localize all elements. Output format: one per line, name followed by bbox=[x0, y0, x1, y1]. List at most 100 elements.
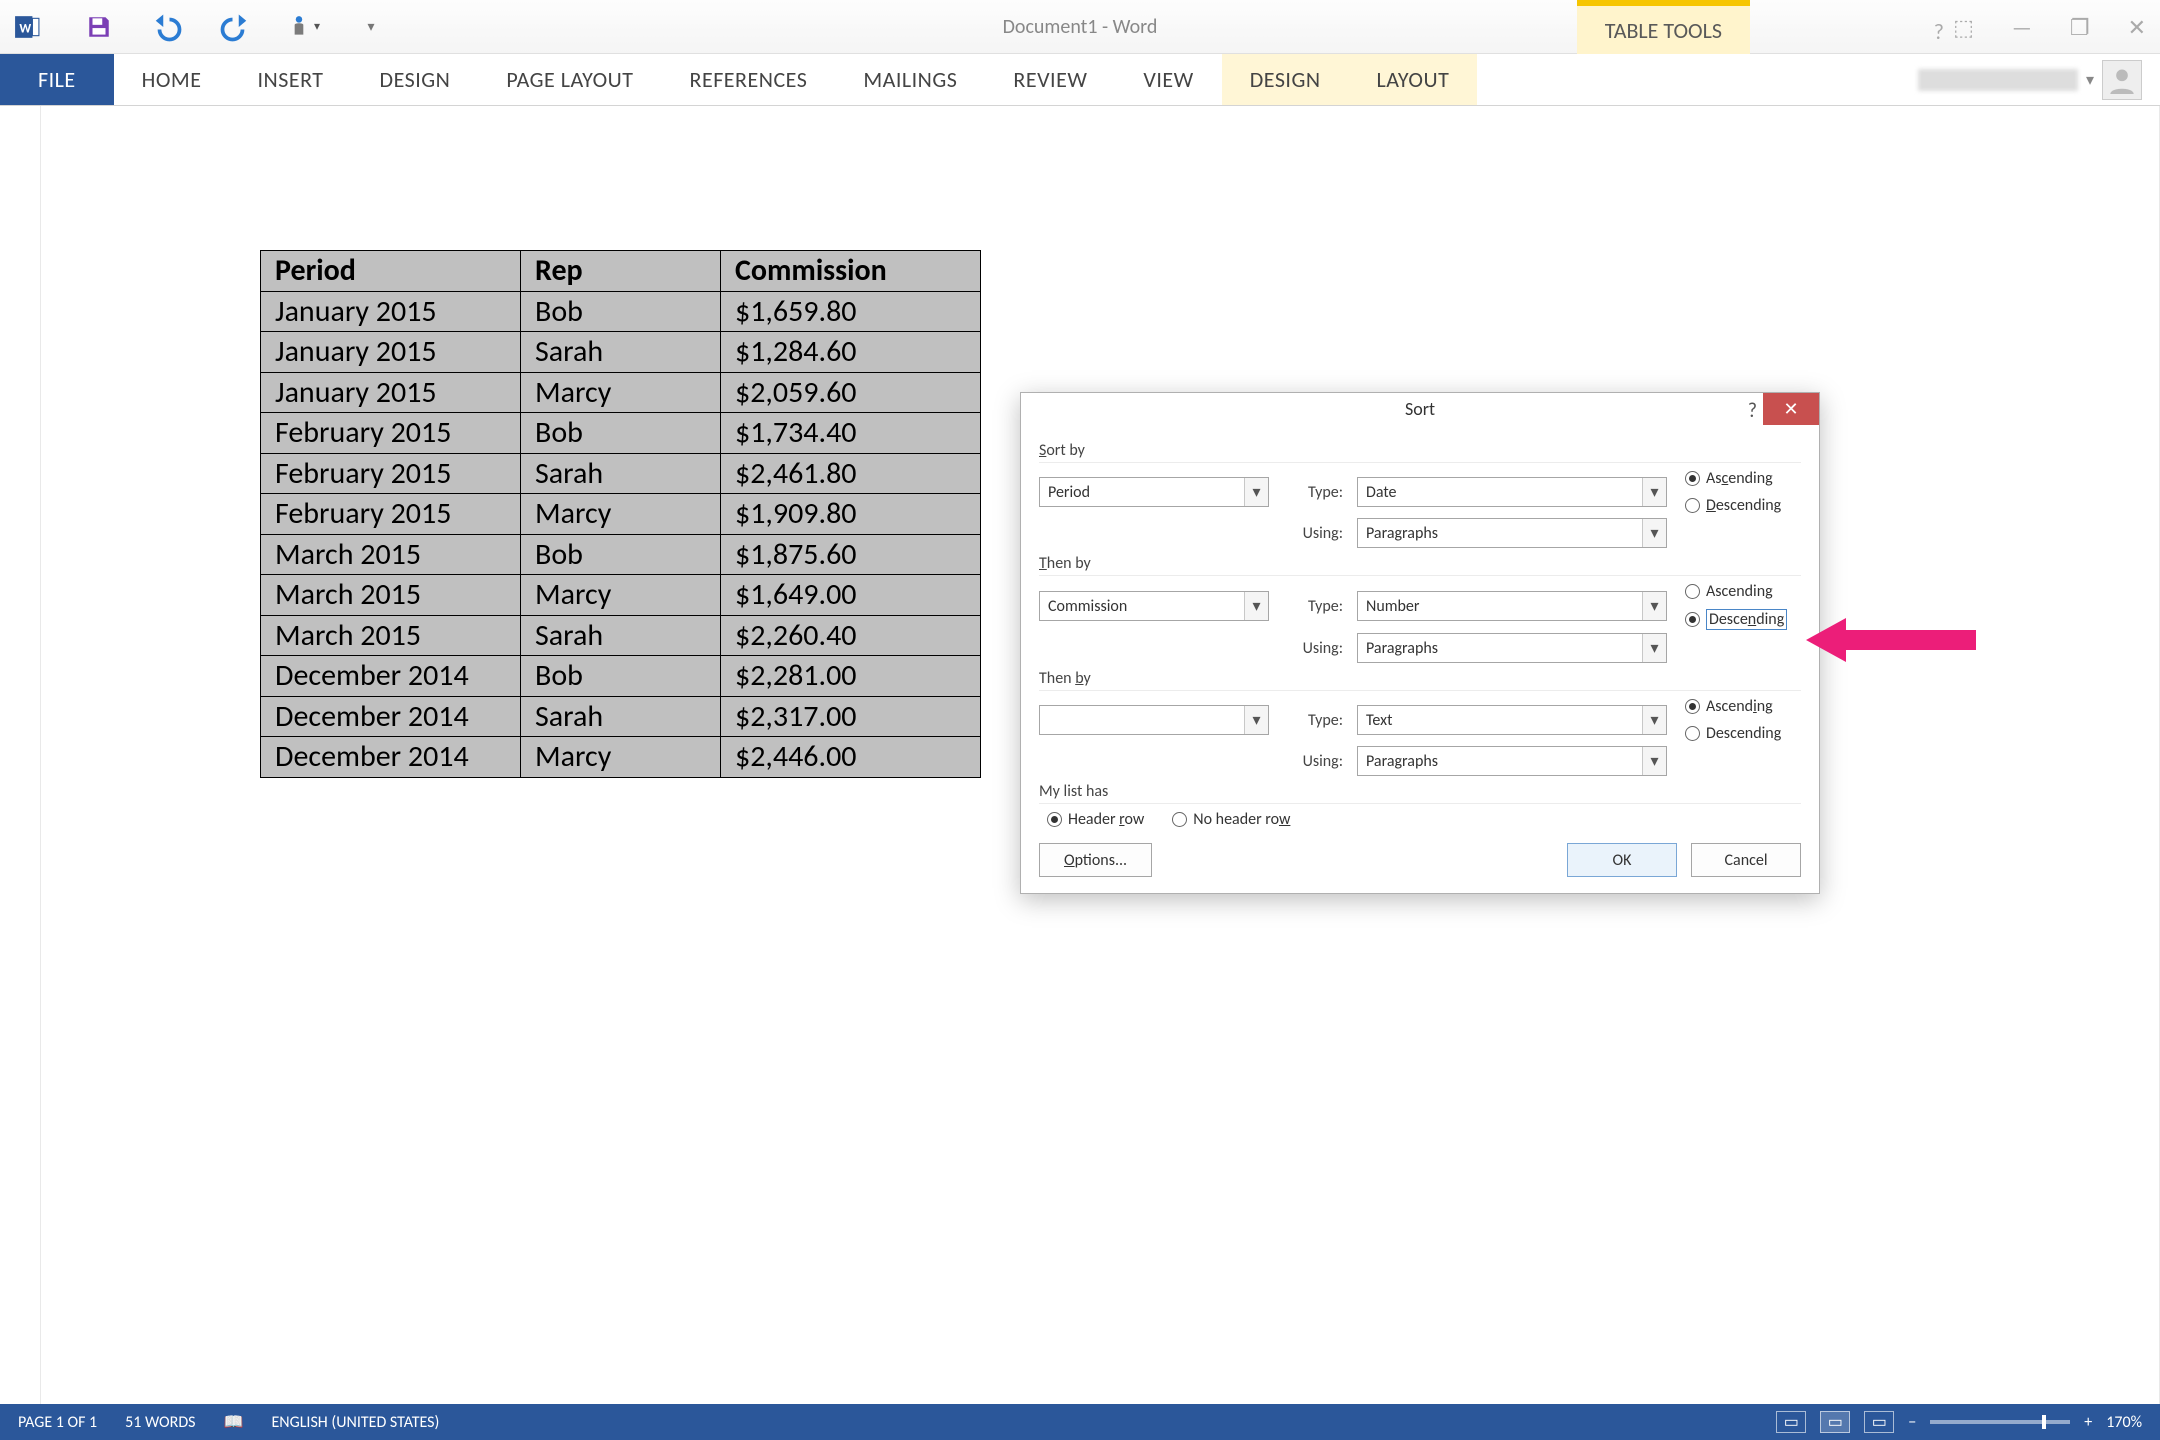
tab-mailings[interactable]: MAILINGS bbox=[835, 54, 985, 105]
tab-table-layout[interactable]: LAYOUT bbox=[1349, 54, 1478, 105]
table-cell[interactable]: $1,284.60 bbox=[721, 332, 981, 373]
zoom-level[interactable]: 170% bbox=[2106, 1413, 2142, 1432]
print-layout-icon[interactable]: ▭ bbox=[1820, 1411, 1850, 1433]
no-header-row-radio[interactable]: No header row bbox=[1172, 810, 1290, 829]
table-row[interactable]: January 2015Bob$1,659.80 bbox=[261, 291, 981, 332]
table-cell[interactable]: March 2015 bbox=[261, 575, 521, 616]
account-area[interactable]: ▾ bbox=[1918, 54, 2160, 105]
table-row[interactable]: December 2014Marcy$2,446.00 bbox=[261, 737, 981, 778]
table-cell[interactable]: Sarah bbox=[521, 453, 721, 494]
restore-icon[interactable]: ❐ bbox=[2070, 14, 2090, 41]
web-layout-icon[interactable]: ▭ bbox=[1864, 1411, 1894, 1433]
table-row[interactable]: January 2015Sarah$1,284.60 bbox=[261, 332, 981, 373]
save-icon[interactable] bbox=[82, 10, 116, 44]
table-cell[interactable]: Marcy bbox=[521, 372, 721, 413]
table-cell[interactable]: Bob bbox=[521, 291, 721, 332]
sort2-type-combo[interactable]: Number▾ bbox=[1357, 591, 1667, 621]
table-cell[interactable]: Bob bbox=[521, 413, 721, 454]
chevron-down-icon[interactable]: ▾ bbox=[1642, 478, 1666, 506]
table-row[interactable]: February 2015Sarah$2,461.80 bbox=[261, 453, 981, 494]
table-row[interactable]: January 2015Marcy$2,059.60 bbox=[261, 372, 981, 413]
chevron-down-icon[interactable]: ▾ bbox=[1244, 706, 1268, 734]
dialog-close-icon[interactable]: ✕ bbox=[1763, 393, 1819, 425]
sort2-using-combo[interactable]: Paragraphs▾ bbox=[1357, 633, 1667, 663]
chevron-down-icon[interactable]: ▾ bbox=[1642, 592, 1666, 620]
sort1-ascending-radio[interactable]: Ascending bbox=[1685, 469, 1781, 488]
chevron-down-icon[interactable]: ▾ bbox=[1642, 747, 1666, 775]
table-cell[interactable]: December 2014 bbox=[261, 656, 521, 697]
table-cell[interactable]: $2,281.00 bbox=[721, 656, 981, 697]
table-cell[interactable]: January 2015 bbox=[261, 332, 521, 373]
sort3-ascending-radio[interactable]: Ascending bbox=[1685, 697, 1781, 716]
minimize-icon[interactable]: — bbox=[2012, 14, 2032, 41]
sort1-type-combo[interactable]: Date▾ bbox=[1357, 477, 1667, 507]
tab-table-design[interactable]: DESIGN bbox=[1222, 54, 1349, 105]
touch-mode-icon[interactable]: ▾ bbox=[286, 10, 320, 44]
table-cell[interactable]: Bob bbox=[521, 534, 721, 575]
chevron-down-icon[interactable]: ▾ bbox=[1642, 519, 1666, 547]
tab-home[interactable]: HOME bbox=[114, 54, 230, 105]
sort3-column-combo[interactable]: ▾ bbox=[1039, 705, 1269, 735]
table-row[interactable]: March 2015Bob$1,875.60 bbox=[261, 534, 981, 575]
table-row[interactable]: February 2015Marcy$1,909.80 bbox=[261, 494, 981, 535]
tab-view[interactable]: VIEW bbox=[1115, 54, 1221, 105]
table-row[interactable]: December 2014Sarah$2,317.00 bbox=[261, 696, 981, 737]
undo-icon[interactable] bbox=[150, 10, 184, 44]
table-cell[interactable]: Bob bbox=[521, 656, 721, 697]
th-rep[interactable]: Rep bbox=[521, 251, 721, 292]
tab-references[interactable]: REFERENCES bbox=[662, 54, 836, 105]
table-cell[interactable]: $2,446.00 bbox=[721, 737, 981, 778]
sort3-type-combo[interactable]: Text▾ bbox=[1357, 705, 1667, 735]
chevron-down-icon[interactable]: ▾ bbox=[1642, 706, 1666, 734]
table-cell[interactable]: March 2015 bbox=[261, 615, 521, 656]
table-cell[interactable]: February 2015 bbox=[261, 413, 521, 454]
sort3-using-combo[interactable]: Paragraphs▾ bbox=[1357, 746, 1667, 776]
chevron-down-icon[interactable]: ▾ bbox=[1244, 478, 1268, 506]
th-period[interactable]: Period bbox=[261, 251, 521, 292]
table-cell[interactable]: $1,649.00 bbox=[721, 575, 981, 616]
status-language[interactable]: ENGLISH (UNITED STATES) bbox=[271, 1413, 439, 1432]
options-button[interactable]: Options... bbox=[1039, 843, 1152, 877]
sort2-descending-radio[interactable]: Descending bbox=[1685, 609, 1787, 630]
table-cell[interactable]: December 2014 bbox=[261, 737, 521, 778]
sort2-ascending-radio[interactable]: Ascending bbox=[1685, 582, 1787, 601]
table-cell[interactable]: $1,909.80 bbox=[721, 494, 981, 535]
table-cell[interactable]: February 2015 bbox=[261, 453, 521, 494]
read-mode-icon[interactable]: ▭ bbox=[1776, 1411, 1806, 1433]
table-cell[interactable]: February 2015 bbox=[261, 494, 521, 535]
ribbon-display-icon[interactable]: ⬚ bbox=[1953, 14, 1974, 41]
redo-icon[interactable] bbox=[218, 10, 252, 44]
table-cell[interactable]: Sarah bbox=[521, 696, 721, 737]
cancel-button[interactable]: Cancel bbox=[1691, 843, 1801, 877]
tab-insert[interactable]: INSERT bbox=[229, 54, 351, 105]
sort1-descending-radio[interactable]: Descending bbox=[1685, 496, 1781, 515]
table-row[interactable]: February 2015Bob$1,734.40 bbox=[261, 413, 981, 454]
tab-file[interactable]: FILE bbox=[0, 54, 114, 105]
dialog-titlebar[interactable]: Sort ? ✕ bbox=[1021, 393, 1819, 425]
sort1-using-combo[interactable]: Paragraphs▾ bbox=[1357, 518, 1667, 548]
tab-design[interactable]: DESIGN bbox=[352, 54, 479, 105]
table-cell[interactable]: $2,317.00 bbox=[721, 696, 981, 737]
dialog-help-icon[interactable]: ? bbox=[1748, 399, 1757, 423]
th-commission[interactable]: Commission bbox=[721, 251, 981, 292]
table-cell[interactable]: January 2015 bbox=[261, 372, 521, 413]
table-row[interactable]: December 2014Bob$2,281.00 bbox=[261, 656, 981, 697]
table-cell[interactable]: $1,734.40 bbox=[721, 413, 981, 454]
sort1-column-combo[interactable]: Period▾ bbox=[1039, 477, 1269, 507]
table-cell[interactable]: Marcy bbox=[521, 575, 721, 616]
table-cell[interactable]: December 2014 bbox=[261, 696, 521, 737]
table-cell[interactable]: $2,059.60 bbox=[721, 372, 981, 413]
header-row-radio[interactable]: Header row bbox=[1047, 810, 1144, 829]
ok-button[interactable]: OK bbox=[1567, 843, 1677, 877]
status-words[interactable]: 51 WORDS bbox=[125, 1413, 195, 1432]
table-cell[interactable]: Marcy bbox=[521, 494, 721, 535]
sort3-descending-radio[interactable]: Descending bbox=[1685, 724, 1781, 743]
zoom-in-icon[interactable]: + bbox=[2084, 1413, 2092, 1432]
zoom-out-icon[interactable]: − bbox=[1908, 1413, 1916, 1432]
table-cell[interactable]: January 2015 bbox=[261, 291, 521, 332]
status-page[interactable]: PAGE 1 OF 1 bbox=[18, 1413, 97, 1432]
sort2-column-combo[interactable]: Commission▾ bbox=[1039, 591, 1269, 621]
tab-page-layout[interactable]: PAGE LAYOUT bbox=[478, 54, 661, 105]
table-cell[interactable]: $2,260.40 bbox=[721, 615, 981, 656]
zoom-slider[interactable] bbox=[1930, 1420, 2070, 1424]
